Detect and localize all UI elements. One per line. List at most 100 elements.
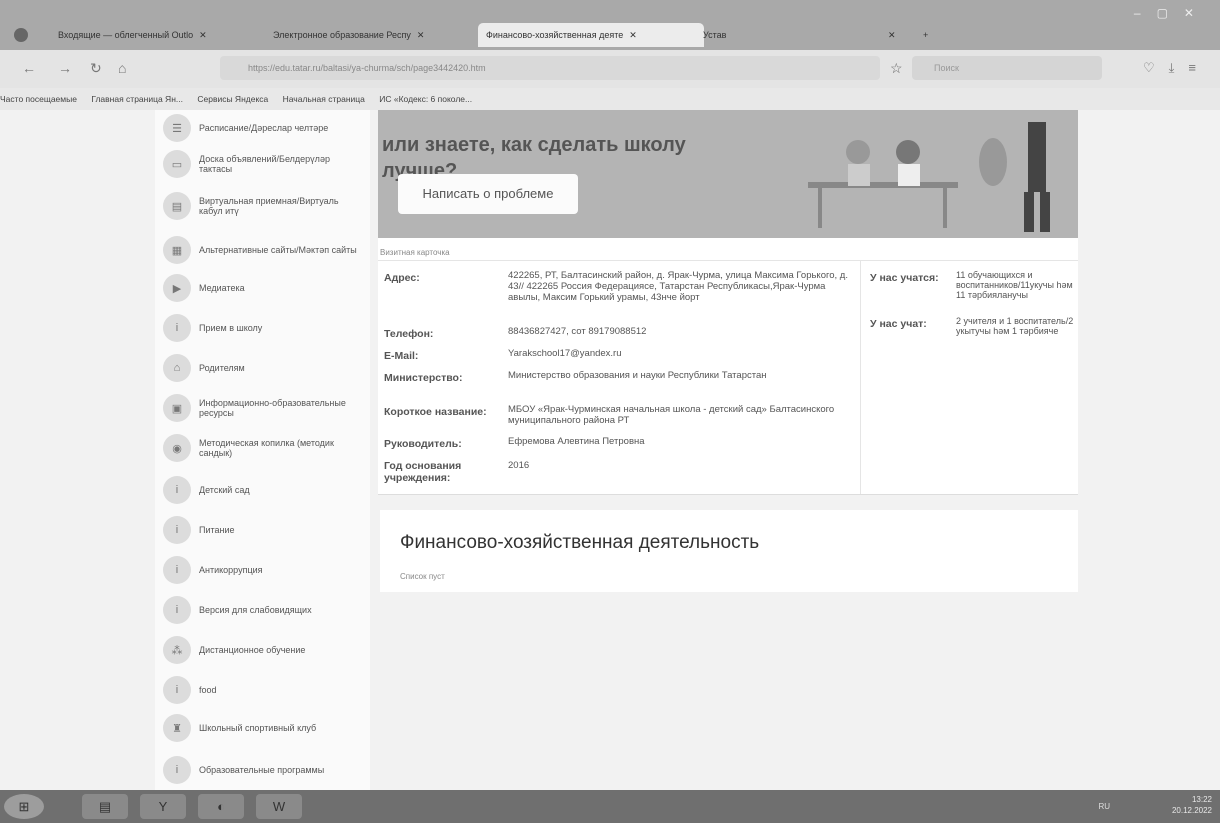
card-title: Визитная карточка bbox=[380, 248, 450, 257]
bookmarks-bar: Часто посещаемые Главная страница Ян... … bbox=[0, 88, 1220, 110]
close-icon[interactable]: ✕ bbox=[629, 30, 637, 40]
ministry-value: Министерство образования и науки Республ… bbox=[508, 370, 767, 381]
language-indicator[interactable]: RU bbox=[1098, 802, 1110, 811]
sidebar-item-reception[interactable]: ▤ Виртуальная приемная/Виртуаль кабул итү bbox=[163, 192, 363, 220]
sidebar-item-food[interactable]: i Питание bbox=[163, 516, 363, 544]
search-input[interactable]: Поиск bbox=[912, 56, 1102, 80]
start-button[interactable]: ⊞ bbox=[4, 794, 44, 819]
close-icon[interactable]: ✕ bbox=[199, 30, 207, 40]
sidebar-item-schedule[interactable]: ☰ Расписание/Дәреслар челтәре bbox=[163, 114, 363, 142]
email-label: E-Mail: bbox=[384, 350, 419, 362]
sidebar-item-anticorruption[interactable]: i Антикоррупция bbox=[163, 556, 363, 584]
tab-label: Входящие — облегченный Outlo bbox=[58, 30, 194, 40]
building-icon: ⌂ bbox=[163, 354, 191, 382]
network-icon: ⁂ bbox=[163, 636, 191, 664]
info-icon: i bbox=[163, 556, 191, 584]
firefox-icon[interactable] bbox=[14, 28, 28, 42]
ministry-label: Министерство: bbox=[384, 372, 463, 384]
sidebar-item-media[interactable]: ▶ Медиатека bbox=[163, 274, 363, 302]
info-icon: i bbox=[163, 596, 191, 624]
browser-navbar: ← → ↻ ⌂ https://edu.tatar.ru/baltasi/ya-… bbox=[0, 50, 1220, 88]
sidebar-item-board[interactable]: ▭ Доска объявлений/Белдерүләр тактасы bbox=[163, 150, 363, 178]
sidebar-item-distance[interactable]: ⁂ Дистанционное обучение bbox=[163, 636, 363, 664]
trophy-icon: ♜ bbox=[163, 714, 191, 742]
schedule-icon: ☰ bbox=[163, 114, 191, 142]
url-bar[interactable]: https://edu.tatar.ru/baltasi/ya-churma/s… bbox=[220, 56, 880, 80]
school-info-card: Визитная карточка Адрес: 422265, РТ, Бал… bbox=[378, 238, 1078, 495]
sidebar-item-parents[interactable]: ⌂ Родителям bbox=[163, 354, 363, 382]
students-label: У нас учатся: bbox=[870, 272, 939, 284]
sidebar-item-programs[interactable]: i Образовательные программы bbox=[163, 756, 363, 784]
bookmark-star-icon[interactable]: ☆ bbox=[890, 60, 903, 77]
bookmark-item[interactable]: Часто посещаемые bbox=[0, 94, 77, 104]
window-controls[interactable]: –▢✕ bbox=[1134, 6, 1210, 20]
sidebar-item-accessibility[interactable]: i Версия для слабовидящих bbox=[163, 596, 363, 624]
new-tab-icon[interactable]: + bbox=[915, 23, 951, 47]
sidebar-item-food-menu[interactable]: i food bbox=[163, 676, 363, 704]
sites-icon: ▦ bbox=[163, 236, 191, 264]
report-problem-button[interactable]: Написать о проблеме bbox=[398, 174, 578, 214]
bookmark-item[interactable]: Начальная страница bbox=[283, 94, 365, 104]
email-link[interactable]: Yarakschool17@yandex.ru bbox=[508, 348, 848, 359]
file-explorer-icon[interactable]: ▤ bbox=[82, 794, 128, 819]
school-illustration bbox=[808, 122, 1050, 232]
students-value: 11 обучающихся и воспитанников/11укучы h… bbox=[956, 270, 1073, 300]
feedback-banner: или знаете, как сделать школу лучше? Нап… bbox=[378, 110, 1078, 238]
tab-ustav[interactable]: Устав bbox=[695, 23, 886, 47]
bookmark-item[interactable]: ИС «Кодекс: 6 поколе... bbox=[379, 94, 472, 104]
sidebar-item-methods[interactable]: ◉ Методическая копилка (методик сандык) bbox=[163, 434, 363, 462]
tab-outlook[interactable]: Входящие — облегченный Outlo ✕ bbox=[50, 23, 241, 47]
sidebar-item-resources[interactable]: ▣ Информационно-образовательные ресурсы bbox=[163, 394, 363, 422]
toolbar-icons[interactable]: ♡⤓≡ bbox=[1143, 60, 1210, 76]
close-tab-icon[interactable]: ✕ bbox=[880, 23, 916, 47]
finance-section: Финансово-хозяйственная деятельность Спи… bbox=[380, 510, 1078, 592]
address-label: Адрес: bbox=[384, 272, 420, 284]
info-icon: i bbox=[163, 676, 191, 704]
system-clock[interactable]: 13:22 20.12.2022 bbox=[1172, 794, 1212, 816]
reception-icon: ▤ bbox=[163, 192, 191, 220]
back-icon[interactable]: ← bbox=[22, 60, 36, 76]
firefox-taskbar-icon[interactable]: ◐ bbox=[198, 794, 244, 819]
empty-list-text: Список пуст bbox=[400, 572, 445, 581]
info-icon: i bbox=[163, 516, 191, 544]
forward-icon[interactable]: → bbox=[58, 60, 72, 76]
phone-value: 88436827427, сот 89179088512 bbox=[508, 326, 647, 337]
info-icon: i bbox=[163, 314, 191, 342]
tab-edu[interactable]: Электронное образование Респу ✕ bbox=[265, 23, 481, 47]
clock-date: 20.12.2022 bbox=[1171, 806, 1212, 815]
divider bbox=[378, 260, 1078, 261]
sidebar-item-sport[interactable]: ♜ Школьный спортивный клуб bbox=[163, 714, 363, 742]
bookmark-item[interactable]: Главная страница Ян... bbox=[91, 94, 183, 104]
taskbar: ⊞ ▤ Y ◐ W RU 13:22 20.12.2022 bbox=[0, 790, 1220, 823]
sidebar-item-kindergarten[interactable]: i Детский сад bbox=[163, 476, 363, 504]
short-name-label: Короткое название: bbox=[384, 406, 487, 418]
phone-label: Телефон: bbox=[384, 328, 434, 340]
sidebar-item-sites[interactable]: ▦ Альтернативные сайты/Мәктәп сайты bbox=[163, 236, 363, 264]
word-icon[interactable]: W bbox=[256, 794, 302, 819]
teachers-value: 2 учителя и 1 воспитатель/2 укытучы hәм … bbox=[956, 316, 1074, 336]
close-icon[interactable]: ✕ bbox=[417, 30, 425, 40]
head-value: Ефремова Алевтина Петровна bbox=[508, 436, 645, 447]
info-icon: i bbox=[163, 756, 191, 784]
sidebar-item-admission[interactable]: i Прием в школу bbox=[163, 314, 363, 342]
reload-icon[interactable]: ↻ bbox=[90, 60, 102, 77]
section-title: Финансово-хозяйственная деятельность bbox=[400, 532, 760, 553]
board-icon: ▭ bbox=[163, 150, 191, 178]
tab-finance[interactable]: Финансово-хозяйственная деяте ✕ bbox=[478, 23, 704, 47]
bookmark-item[interactable]: Сервисы Яндекса bbox=[197, 94, 268, 104]
home-icon[interactable]: ⌂ bbox=[118, 60, 126, 76]
divider bbox=[860, 260, 861, 494]
short-name-value: МБОУ «Ярак-Чурминская начальная школа - … bbox=[508, 404, 835, 426]
browser-tabbar: Входящие — облегченный Outlo ✕ Электронно… bbox=[0, 0, 1220, 50]
head-label: Руководитель: bbox=[384, 438, 462, 450]
teachers-label: У нас учат: bbox=[870, 318, 927, 330]
year-label: Год основания учреждения: bbox=[384, 460, 462, 484]
tab-label: Финансово-хозяйственная деяте bbox=[486, 30, 624, 40]
tab-label: Устав bbox=[703, 30, 727, 40]
play-icon: ▶ bbox=[163, 274, 191, 302]
page-content: ☰ Расписание/Дәреслар челтәре ▭ Доска объя… bbox=[0, 110, 1220, 790]
info-icon: i bbox=[163, 476, 191, 504]
resources-icon: ▣ bbox=[163, 394, 191, 422]
yandex-browser-icon[interactable]: Y bbox=[140, 794, 186, 819]
year-value: 2016 bbox=[508, 460, 530, 471]
